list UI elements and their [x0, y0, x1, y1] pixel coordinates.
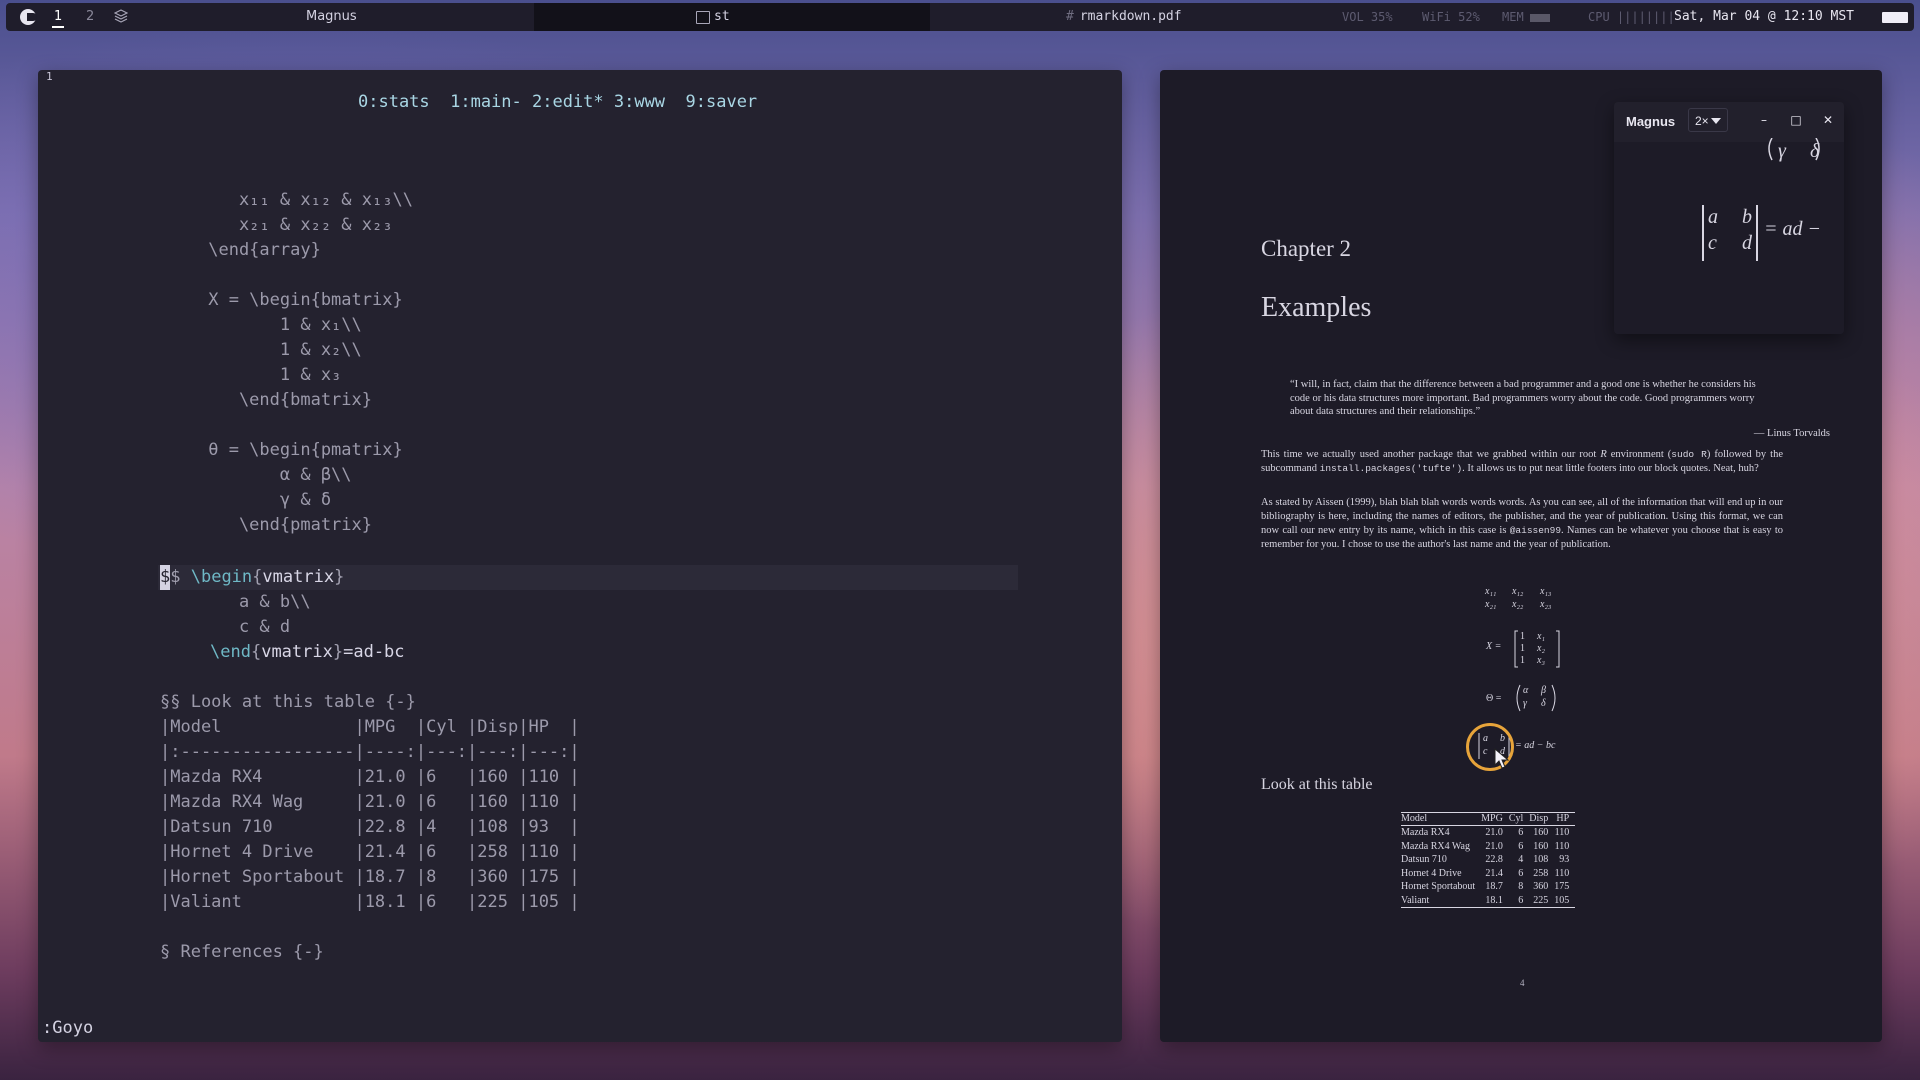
page-number: 4 — [1520, 978, 1525, 988]
math-cell: x₁₃ — [1540, 586, 1552, 597]
table-header: MPG — [1481, 812, 1509, 826]
workspace-1[interactable]: 1 — [51, 3, 65, 31]
table-line: |Hornet 4 Drive |21.4 |6 |258 |110 | — [160, 842, 580, 862]
magnifier-window[interactable]: Magnus 2× – □ ✕ γ δ a b c d = ad − — [1614, 102, 1844, 334]
memory-label: MEM — [1502, 10, 1524, 24]
terminal-window[interactable]: 1 0:stats 1:main- 2:edit* 3:www 9:saver … — [38, 70, 1122, 1042]
editor-line: \end{array} — [198, 240, 321, 260]
table-row: Mazda RX4 21.0 6 160 110 — [1401, 827, 1570, 838]
editor-line: x₁₁ & x₁₂ & x₁₃\\ — [198, 190, 413, 210]
dollar-delimiter: $ — [170, 567, 191, 587]
table-header: HP — [1554, 812, 1576, 826]
editor-line-vmatrix-begin[interactable]: $$ \begin{vmatrix} — [160, 565, 344, 590]
table-heading: §§ Look at this table {-} — [160, 692, 416, 712]
text-cursor: $ — [160, 565, 171, 590]
data-table: Model MPG Cyl Disp HP Mazda RX4 21.0 6 160 1… — [1401, 812, 1576, 908]
table-line: |:-----------------|----:|---:|---:|---:… — [160, 742, 580, 762]
paren-icon — [1516, 684, 1556, 712]
editor-line: \end{pmatrix} — [198, 515, 372, 535]
line-number: 1 — [46, 70, 53, 83]
zoom-select[interactable]: 2× — [1688, 108, 1728, 132]
section-heading: Look at this table — [1261, 776, 1373, 793]
hash-icon: # — [1066, 9, 1074, 24]
table-row: Mazda RX4 Wag 21.0 6 160 110 — [1401, 840, 1570, 852]
vim-command-line[interactable]: :Goyo — [42, 1018, 93, 1038]
latex-env-name: vmatrix — [262, 567, 335, 587]
editor-line: \end{bmatrix} — [198, 390, 372, 410]
editor-line: α & β\\ — [198, 465, 352, 485]
distro-logo-icon[interactable] — [20, 9, 37, 25]
pdf-tab-label: rmarkdown.pdf — [1079, 9, 1182, 24]
layers-icon[interactable] — [114, 9, 128, 23]
editor-line: x₂₁ & x₂₂ & x₂₃ — [198, 215, 393, 235]
table-row: Hornet Sportabout 18.7 8 360 175 — [1401, 881, 1570, 892]
table-line: |Mazda RX4 |21.0 |6 |160 |110 | — [160, 767, 580, 787]
block-quote: “I will, in fact, claim that the differe… — [1290, 379, 1756, 418]
cpu-status: CPU |||||||| — [1588, 10, 1675, 24]
table-line: |Model |MPG |Cyl |Disp|HP | — [160, 717, 580, 737]
terminal-tab-label: st — [714, 9, 730, 24]
editor-line-vmatrix-end: \end{vmatrix}=ad-bc — [210, 642, 405, 662]
table-line: |Hornet Sportabout |18.7 |8 |360 |175 | — [160, 867, 580, 887]
latex-keyword: \begin — [190, 567, 253, 587]
focused-window-title: Magnus — [306, 9, 357, 24]
math-cell: x₂₂ — [1512, 599, 1524, 610]
pdf-tab[interactable]: # rmarkdown.pdf — [1066, 3, 1182, 31]
chapter-number: Chapter 2 — [1261, 236, 1352, 261]
latex-env-name: vmatrix — [261, 642, 333, 662]
references-heading: § References {-} — [160, 942, 324, 962]
math-cell: x₁₁ — [1485, 586, 1497, 597]
mouse-pointer-icon — [1494, 748, 1510, 769]
quote-attribution: — Linus Torvalds — [1753, 428, 1830, 439]
close-button[interactable]: ✕ — [1818, 108, 1838, 132]
terminal-tab[interactable]: st — [534, 3, 930, 31]
paragraph-1: This time we actually used another packa… — [1261, 449, 1783, 474]
terminal-icon — [696, 11, 710, 24]
math-cell: x₂₃ — [1540, 599, 1552, 610]
table-line: |Valiant |18.1 |6 |225 |105 | — [160, 892, 580, 912]
chapter-title: Examples — [1261, 292, 1372, 323]
memory-bar — [1529, 13, 1550, 22]
table-header-row: Model MPG Cyl Disp HP — [1401, 812, 1576, 826]
volume-status[interactable]: VOL 35% — [1342, 3, 1393, 31]
tmux-status-line: 0:stats 1:main- 2:edit* 3:www 9:saver — [358, 92, 758, 112]
datetime[interactable]: Sat, Mar 04 @ 12:10 MST — [1674, 3, 1854, 31]
table-header: Cyl — [1508, 812, 1530, 826]
editor-line: X = \begin{bmatrix} — [198, 290, 403, 310]
editor-line: 1 & x₂\\ — [198, 340, 362, 360]
table-row: Hornet 4 Drive 21.4 6 258 110 — [1401, 867, 1570, 879]
maximize-button[interactable]: □ — [1786, 108, 1806, 132]
wifi-status[interactable]: WiFi 52% — [1422, 3, 1480, 31]
math-lhs: X = — [1486, 641, 1502, 652]
table-line: |Mazda RX4 Wag |21.0 |6 |160 |110 | — [160, 792, 580, 812]
editor-line: 1 & x₃ — [198, 365, 342, 385]
battery-icon — [1882, 12, 1908, 23]
math-cell: x₂₁ — [1485, 599, 1497, 610]
paragraph-2: As stated by Aissen (1999), blah blah bl… — [1261, 497, 1783, 550]
math-lhs: Θ = — [1486, 693, 1502, 704]
magnified-view: γ δ a b c d = ad − — [1614, 138, 1844, 334]
workspace-2[interactable]: 2 — [86, 3, 94, 31]
table-header: Model — [1401, 812, 1482, 826]
magnifier-title: Magnus — [1626, 114, 1676, 129]
memory-status: MEM — [1502, 3, 1550, 31]
table-row: Datsun 710 22.8 4 108 93 — [1401, 854, 1570, 865]
editor-line: c & d — [198, 617, 291, 637]
math-cell: x₁₂ — [1512, 586, 1524, 597]
editor-line: 1 & x₁\\ — [198, 315, 362, 335]
editor-line: γ & δ — [198, 490, 332, 510]
math-rhs: = ad − bc — [1515, 740, 1556, 751]
minimize-button[interactable]: – — [1754, 108, 1774, 132]
latex-keyword: \end — [210, 642, 251, 662]
top-bar: 1 2 Magnus st # rmarkdown.pdf VOL 35% WiF… — [6, 3, 1914, 31]
editor-line: θ = \begin{pmatrix} — [198, 440, 403, 460]
table-row: Valiant 18.1 6 225 105 — [1401, 893, 1576, 908]
table-header: Disp — [1529, 812, 1555, 826]
table-line: |Datsun 710 |22.8 |4 |108 |93 | — [160, 817, 580, 837]
editor-line: a & b\\ — [198, 592, 311, 612]
equation-tail: =ad-bc — [343, 642, 405, 662]
